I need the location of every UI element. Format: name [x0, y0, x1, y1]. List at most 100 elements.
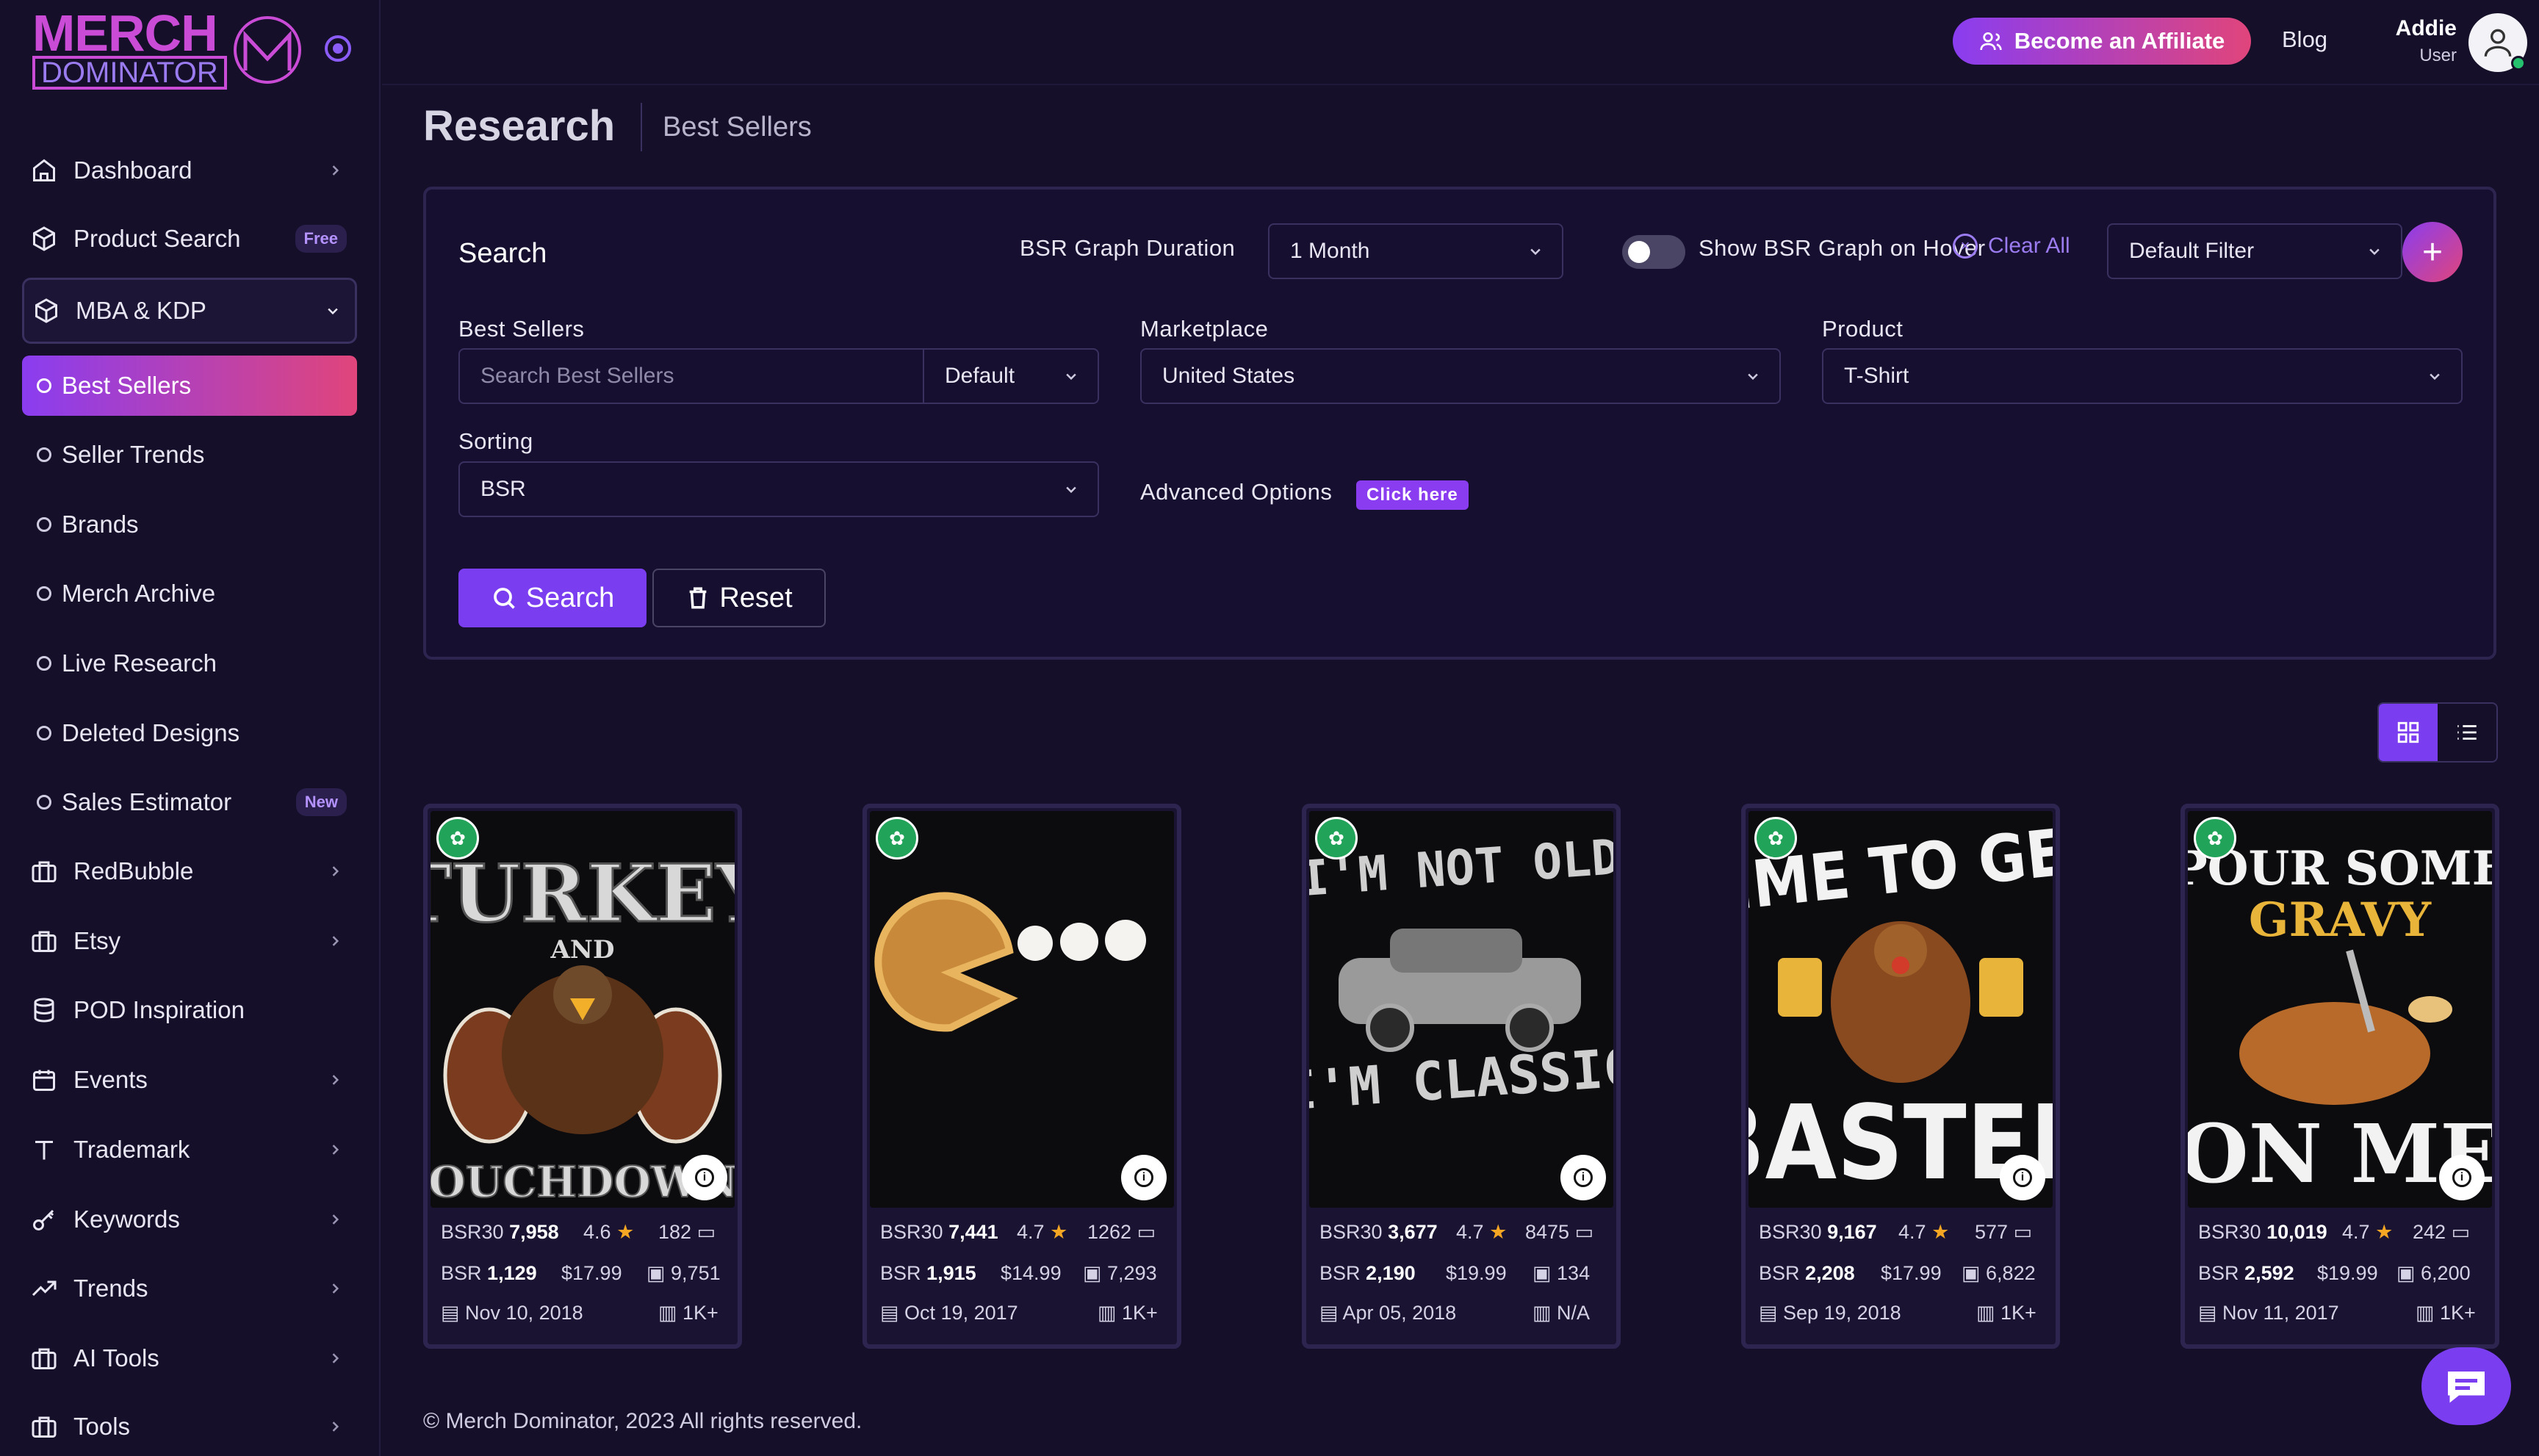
add-filter-button[interactable]: + [2402, 222, 2463, 282]
sidebar-subitem-merch-archive[interactable]: Merch Archive [22, 563, 357, 624]
chevron-right-icon [332, 1145, 339, 1155]
bsr30-stat: BSR30 10,019 [2198, 1221, 2327, 1243]
type-icon [29, 1135, 59, 1164]
marketplace-label: Marketplace [1140, 316, 1269, 342]
become-affiliate-button[interactable]: Become an Affiliate [1953, 18, 2251, 65]
advanced-options-link[interactable]: Click here [1356, 480, 1469, 510]
merch-dominator-logo[interactable]: MERCH DOMINATOR [32, 7, 304, 90]
estimate-stat: ▥ 1K+ [1976, 1302, 2036, 1324]
sidebar-item-label: Trends [73, 1275, 148, 1302]
sidebar-item-trends[interactable]: Trends [22, 1259, 357, 1318]
cart-icon: ▥ [1976, 1302, 1995, 1324]
sidebar-item-dashboard[interactable]: Dashboard [22, 141, 357, 200]
sidebar-subitem-live-research[interactable]: Live Research [22, 633, 357, 693]
estimate-stat: ▥ 1K+ [658, 1302, 719, 1324]
avatar[interactable] [2468, 13, 2527, 72]
sidebar-item-label: Keywords [73, 1205, 180, 1233]
sidebar-item-mba-kdp[interactable]: MBA & KDP [22, 278, 357, 344]
rating-stat: 4.7 ★ [1898, 1221, 1950, 1243]
sidebar-collapse-icon[interactable] [325, 35, 351, 62]
pie-pacman-shirt-art [870, 811, 1174, 1208]
sidebar-item-ai-tools[interactable]: AI Tools [22, 1329, 357, 1388]
sidebar-item-keywords[interactable]: Keywords [22, 1190, 357, 1249]
svg-text:TURKEY: TURKEY [431, 848, 735, 940]
clear-all-button[interactable]: × Clear All [1953, 234, 2070, 259]
sidebar-item-events[interactable]: Events [22, 1050, 357, 1109]
product-card[interactable]: TURKEY AND TOUCHDOWNS ✿ i BSR30 7,958 4.… [423, 804, 742, 1349]
list-view-button[interactable] [2438, 704, 2496, 761]
sidebar-subitem-label: Seller Trends [62, 441, 205, 468]
bsr-duration-select[interactable]: 1 Month [1268, 223, 1563, 279]
cart-icon: ▥ [2416, 1302, 2435, 1324]
bullet-icon [37, 447, 51, 462]
bsr30-stat: BSR30 3,677 [1319, 1221, 1438, 1243]
grid-view-button[interactable] [2379, 704, 2438, 761]
comment-icon: ▭ [696, 1221, 716, 1243]
product-card[interactable]: POUR SOME GRAVY ON ME ✿ i BSR30 10,019 4… [2180, 804, 2499, 1349]
sidebar-subitem-deleted-designs[interactable]: Deleted Designs [22, 703, 357, 763]
product-card[interactable]: TIME TO GET BASTED ✿ i BSR30 9,167 4.7 ★… [1741, 804, 2060, 1349]
chevron-right-icon [332, 1421, 339, 1432]
sidebar-item-label: Events [73, 1066, 148, 1093]
sales-stat: ▣ 6,822 [1962, 1262, 2036, 1284]
sidebar-item-product-search[interactable]: Product Search Free [22, 209, 357, 268]
chevron-right-icon [332, 1353, 339, 1363]
bsr-hover-label: Show BSR Graph on Hover [1699, 235, 1986, 261]
chevron-down-icon [1066, 486, 1076, 494]
calendar-icon: ▤ [2198, 1302, 2217, 1324]
bsr-stat: BSR 2,592 [2198, 1262, 2294, 1284]
info-button[interactable]: i [2439, 1155, 2485, 1200]
sidebar-item-trademark[interactable]: Trademark [22, 1120, 357, 1179]
bsr-hover-toggle[interactable] [1622, 235, 1685, 269]
badge-icon: ✿ [1315, 817, 1358, 859]
sidebar-item-redbubble[interactable]: RedBubble [22, 842, 357, 901]
filter-select[interactable]: Default Filter [2107, 223, 2402, 279]
sidebar-item-label: AI Tools [73, 1344, 159, 1372]
best-sellers-mode-select[interactable]: Default [923, 348, 1099, 404]
sorting-select[interactable]: BSR [458, 461, 1099, 517]
briefcase-icon [29, 1344, 59, 1373]
blog-link[interactable]: Blog [2282, 26, 2327, 53]
sidebar-item-pod-inspiration[interactable]: POD Inspiration [22, 981, 357, 1039]
chat-button[interactable] [2421, 1347, 2511, 1425]
product-card[interactable]: ✿ i BSR30 7,441 4.7 ★ 1262 ▭ BSR 1,915 $… [862, 804, 1181, 1349]
search-button-label: Search [525, 582, 615, 613]
sidebar-subitem-sales-estimator[interactable]: Sales Estimator New [22, 772, 357, 832]
sidebar-item-tools[interactable]: Tools [22, 1397, 357, 1456]
product-image[interactable]: ✿ i [870, 811, 1174, 1208]
info-button[interactable]: i [682, 1155, 727, 1200]
reset-button[interactable]: Reset [652, 569, 826, 627]
turkey-touchdowns-shirt-art: TURKEY AND TOUCHDOWNS [431, 811, 735, 1208]
calendar-icon: ▤ [441, 1302, 460, 1324]
product-image[interactable]: TURKEY AND TOUCHDOWNS ✿ i [431, 811, 735, 1208]
sidebar-subitem-seller-trends[interactable]: Seller Trends [22, 425, 357, 485]
product-image[interactable]: TIME TO GET BASTED ✿ i [1749, 811, 2053, 1208]
info-icon: i [2452, 1168, 2471, 1187]
info-icon: i [2013, 1168, 2032, 1187]
search-button[interactable]: Search [458, 569, 647, 627]
reviews-stat: 1262 ▭ [1087, 1221, 1156, 1243]
info-button[interactable]: i [1121, 1155, 1167, 1200]
product-image[interactable]: I'M NOT OLD I'M CLASSIC ✿ i [1309, 811, 1613, 1208]
marketplace-select[interactable]: United States [1140, 348, 1781, 404]
info-button[interactable]: i [2000, 1155, 2045, 1200]
bsr-stat: BSR 2,208 [1759, 1262, 1855, 1284]
sidebar-item-etsy[interactable]: Etsy [22, 912, 357, 970]
calendar-icon [29, 1065, 59, 1095]
best-sellers-search-input[interactable]: Search Best Sellers [458, 348, 924, 404]
product-select[interactable]: T-Shirt [1822, 348, 2463, 404]
chat-icon [2448, 1372, 2485, 1403]
sidebar-subitem-best-sellers[interactable]: Best Sellers [22, 356, 357, 416]
product-card[interactable]: I'M NOT OLD I'M CLASSIC ✿ i BSR30 3,677 … [1302, 804, 1621, 1349]
bsr30-stat: BSR30 7,958 [441, 1221, 559, 1243]
search-panel: Search BSR Graph Duration 1 Month Show B… [423, 187, 2496, 660]
date-stat: ▤ Nov 11, 2017 [2198, 1302, 2339, 1324]
user-role: User [2419, 46, 2457, 65]
calendar-icon: ▤ [1759, 1302, 1778, 1324]
not-old-classic-shirt-art: I'M NOT OLD I'M CLASSIC [1309, 811, 1613, 1208]
price-stat: $17.99 [1881, 1262, 1942, 1284]
info-button[interactable]: i [1560, 1155, 1606, 1200]
product-image[interactable]: POUR SOME GRAVY ON ME ✿ i [2188, 811, 2492, 1208]
sidebar-item-label: POD Inspiration [73, 996, 245, 1023]
sidebar-subitem-brands[interactable]: Brands [22, 494, 357, 555]
